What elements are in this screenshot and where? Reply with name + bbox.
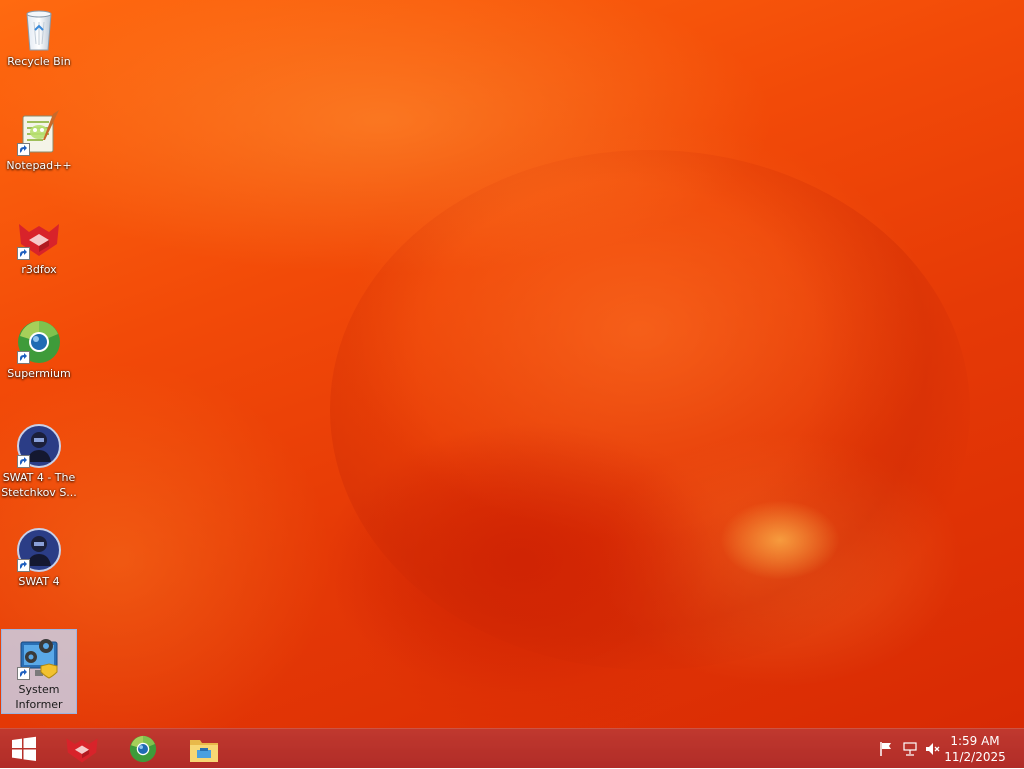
desktop-icon-label: SWAT 4 bbox=[18, 575, 60, 588]
wallpaper-swirl-inner bbox=[330, 420, 750, 728]
desktop-icon-swat4[interactable]: SWAT 4 bbox=[1, 522, 77, 606]
volume-muted-icon[interactable] bbox=[925, 741, 941, 757]
network-icon[interactable] bbox=[902, 741, 918, 757]
start-button[interactable] bbox=[0, 729, 48, 769]
wallpaper-highlight bbox=[720, 500, 840, 580]
desktop-icon-supermium[interactable]: Supermium bbox=[1, 314, 77, 398]
windows-logo-icon bbox=[12, 736, 36, 761]
shortcut-arrow-icon bbox=[17, 351, 30, 364]
r3dfox-icon bbox=[66, 738, 98, 763]
taskbar-clock[interactable]: 1:59 AM 11/2/2025 bbox=[940, 733, 1010, 765]
taskbar-button-supermium[interactable] bbox=[113, 729, 173, 769]
system-tray: 1:59 AM 11/2/2025 bbox=[864, 729, 1024, 769]
desktop-icon-label: System Informer bbox=[15, 683, 63, 711]
desktop-icon-notepad-plus-plus[interactable]: Notepad++ bbox=[1, 106, 77, 190]
desktop-icon-label: Recycle Bin bbox=[7, 55, 71, 68]
desktop-icon-swat4-stetchkov[interactable]: SWAT 4 - The Stetchkov S... bbox=[1, 418, 77, 510]
shortcut-arrow-icon bbox=[17, 247, 30, 260]
supermium-icon bbox=[129, 735, 157, 763]
taskbar: 1:59 AM 11/2/2025 bbox=[0, 728, 1024, 768]
desktop-icon-label: r3dfox bbox=[21, 263, 57, 276]
shortcut-arrow-icon bbox=[17, 667, 30, 680]
desktop-icon-column: Recycle Bin Notepad++ r3dfox Supermium S… bbox=[0, 0, 80, 728]
wallpaper-swirl bbox=[330, 150, 970, 670]
file-explorer-icon bbox=[190, 740, 218, 762]
recycle-bin-icon bbox=[26, 10, 52, 51]
desktop-icon-system-informer[interactable]: System Informer bbox=[1, 629, 77, 714]
desktop-icon-recycle-bin[interactable]: Recycle Bin bbox=[1, 2, 77, 86]
desktop-icon-label: SWAT 4 - The Stetchkov S... bbox=[1, 471, 77, 499]
clock-date: 11/2/2025 bbox=[944, 750, 1006, 764]
desktop-icon-r3dfox[interactable]: r3dfox bbox=[1, 210, 77, 294]
clock-time: 1:59 AM bbox=[950, 734, 1000, 748]
taskbar-button-r3dfox[interactable] bbox=[52, 729, 112, 769]
shortcut-arrow-icon bbox=[17, 559, 30, 572]
desktop-background[interactable]: Recycle Bin Notepad++ r3dfox Supermium S… bbox=[0, 0, 1024, 728]
taskbar-button-file-explorer[interactable] bbox=[174, 729, 234, 769]
desktop-icon-label: Supermium bbox=[7, 367, 71, 380]
desktop-icon-label: Notepad++ bbox=[6, 159, 72, 172]
shortcut-arrow-icon bbox=[17, 143, 30, 156]
shortcut-arrow-icon bbox=[17, 455, 30, 468]
action-center-flag-icon[interactable] bbox=[878, 741, 894, 757]
